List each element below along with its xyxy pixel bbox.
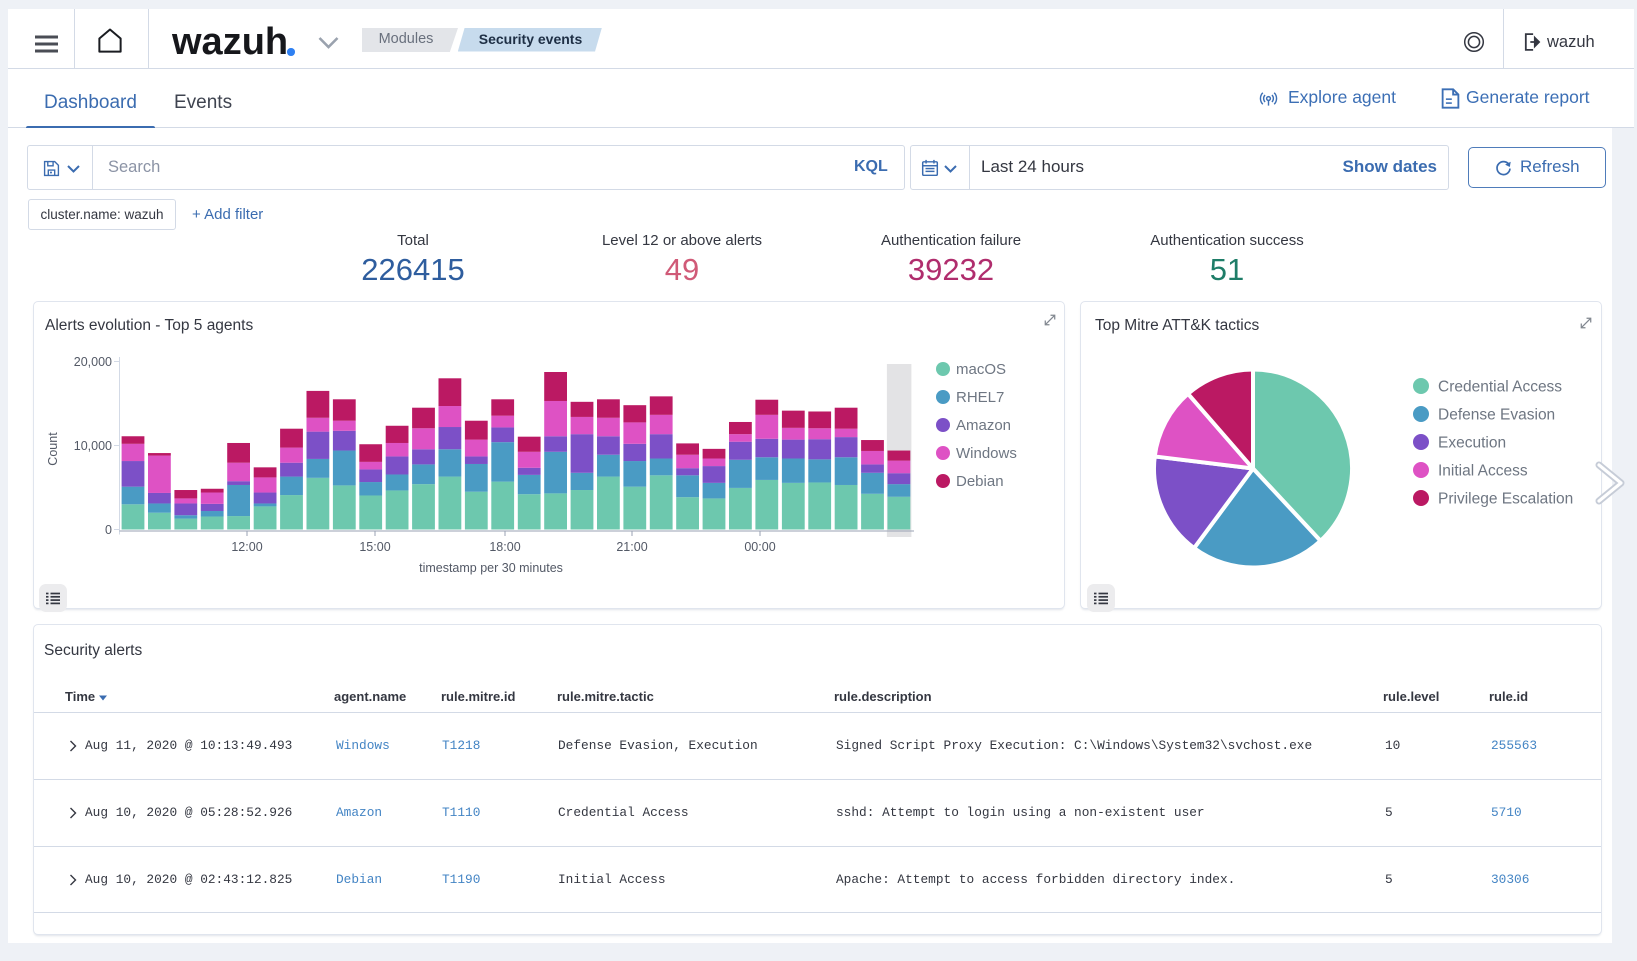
svg-text:Debian: Debian [956,473,1004,490]
svg-text:Windows: Windows [956,445,1017,462]
svg-text:00:00: 00:00 [744,540,775,554]
svg-text:20,000: 20,000 [74,355,112,369]
svg-text:21:00: 21:00 [616,540,647,554]
svg-text:Defense Evasion: Defense Evasion [1438,407,1555,424]
svg-text:Execution: Execution [1438,435,1506,452]
svg-text:Initial Access: Initial Access [1438,463,1528,480]
svg-text:Credential Access: Credential Access [1438,379,1562,396]
svg-text:Amazon: Amazon [956,417,1011,434]
svg-text:macOS: macOS [956,361,1006,378]
svg-text:15:00: 15:00 [359,540,390,554]
svg-text:Privilege Escalation: Privilege Escalation [1438,491,1573,508]
svg-text:timestamp per 30 minutes: timestamp per 30 minutes [419,561,563,575]
svg-text:RHEL7: RHEL7 [956,389,1004,406]
svg-text:12:00: 12:00 [231,540,262,554]
svg-text:18:00: 18:00 [489,540,520,554]
svg-text:10,000: 10,000 [74,439,112,453]
svg-text:Count: Count [46,432,60,466]
svg-text:0: 0 [105,523,112,537]
